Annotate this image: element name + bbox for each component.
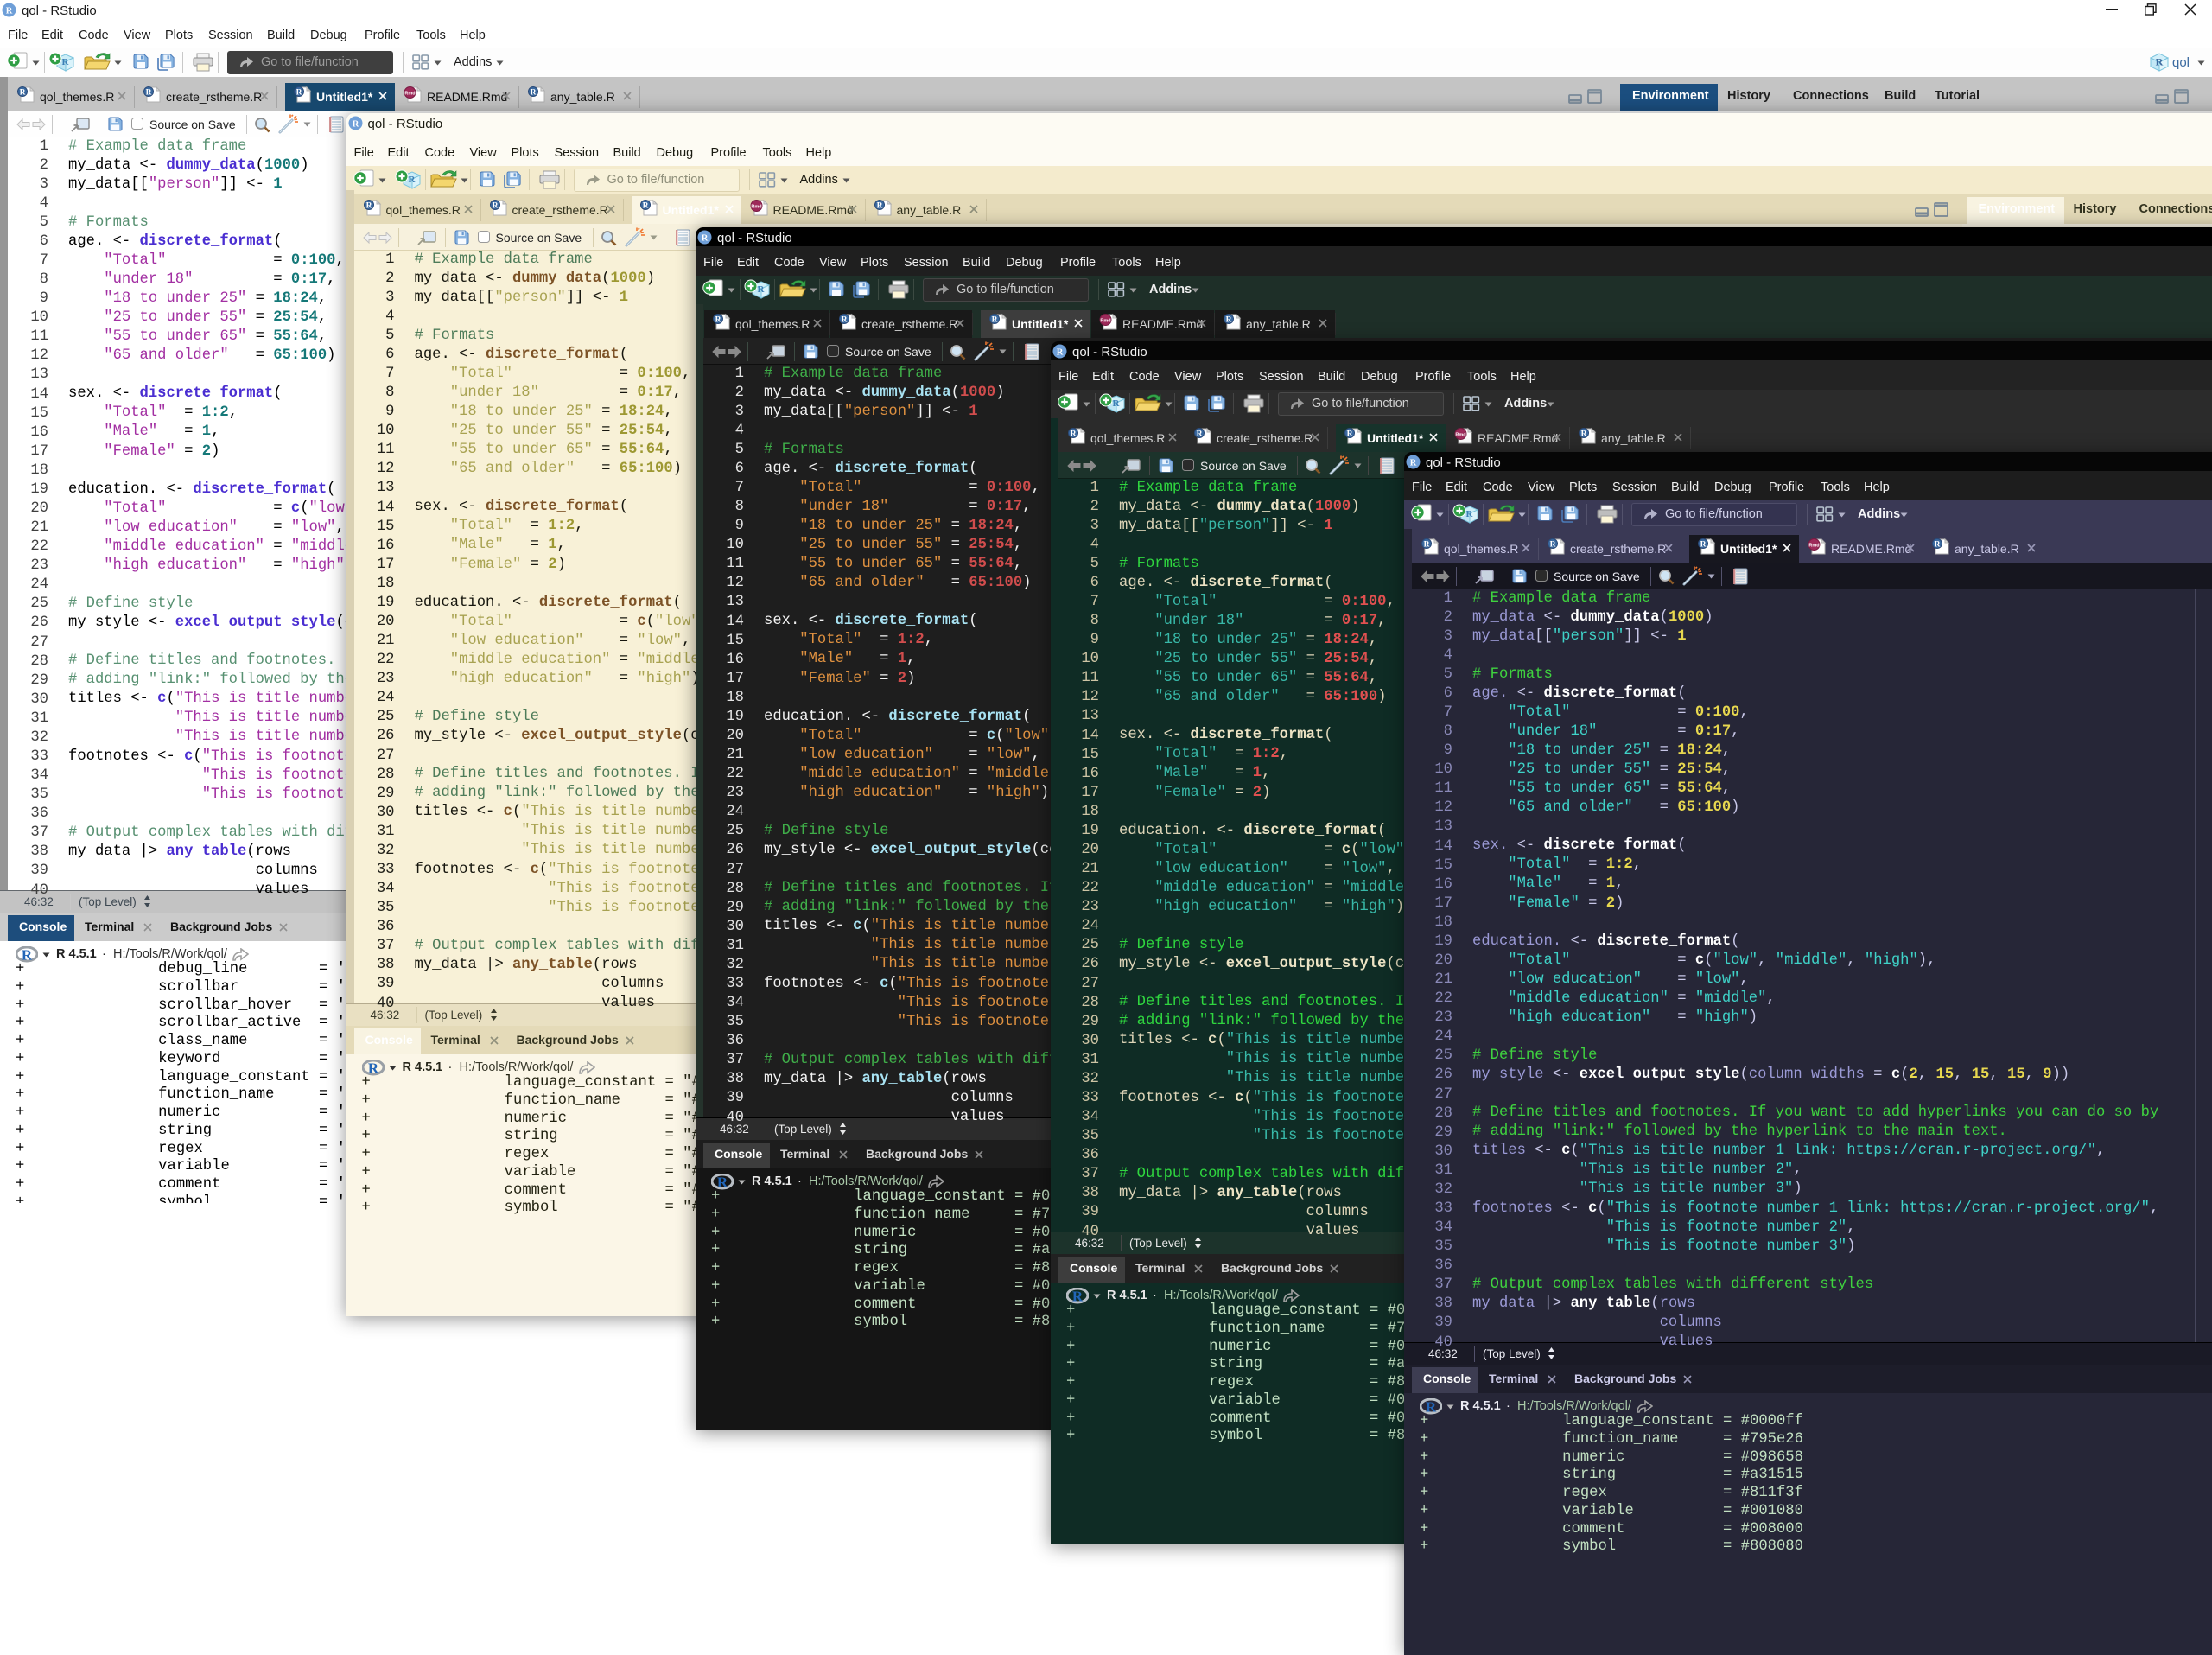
svg-text:R: R bbox=[715, 316, 721, 325]
svg-text:R: R bbox=[20, 89, 26, 98]
svg-text:R: R bbox=[1347, 430, 1353, 439]
svg-text:R: R bbox=[1700, 541, 1707, 550]
svg-text:R: R bbox=[1197, 430, 1203, 439]
svg-text:R: R bbox=[876, 202, 882, 211]
svg-text:R: R bbox=[296, 89, 302, 98]
svg-text:R: R bbox=[1550, 541, 1556, 550]
svg-text:R: R bbox=[1466, 509, 1474, 519]
svg-text:R: R bbox=[146, 89, 152, 98]
svg-text:R: R bbox=[408, 175, 416, 185]
svg-text:R: R bbox=[6, 7, 13, 16]
svg-text:R: R bbox=[1226, 316, 1232, 325]
svg-text:R: R bbox=[62, 57, 70, 67]
svg-text:R: R bbox=[842, 316, 848, 325]
svg-text:R: R bbox=[531, 89, 537, 98]
svg-text:Rmd: Rmd bbox=[751, 204, 761, 209]
svg-text:R: R bbox=[352, 120, 359, 130]
svg-text:Rmd: Rmd bbox=[1100, 318, 1110, 323]
svg-text:R: R bbox=[1581, 430, 1587, 439]
svg-text:Rmd: Rmd bbox=[1455, 432, 1465, 437]
svg-text:R: R bbox=[758, 284, 766, 295]
svg-text:R: R bbox=[1071, 430, 1077, 439]
svg-text:R: R bbox=[492, 202, 498, 211]
svg-text:R: R bbox=[1424, 541, 1430, 550]
svg-text:Rmd: Rmd bbox=[1808, 543, 1819, 548]
svg-text:R: R bbox=[642, 202, 648, 211]
svg-text:Rmd: Rmd bbox=[404, 91, 415, 96]
svg-text:R: R bbox=[1410, 459, 1417, 468]
svg-text:R: R bbox=[1113, 398, 1121, 409]
svg-text:R: R bbox=[1935, 541, 1941, 550]
svg-text:R: R bbox=[992, 316, 998, 325]
svg-text:R: R bbox=[702, 234, 709, 244]
svg-text:R: R bbox=[2156, 56, 2164, 68]
svg-text:R: R bbox=[1057, 348, 1064, 358]
svg-text:R: R bbox=[365, 202, 372, 211]
